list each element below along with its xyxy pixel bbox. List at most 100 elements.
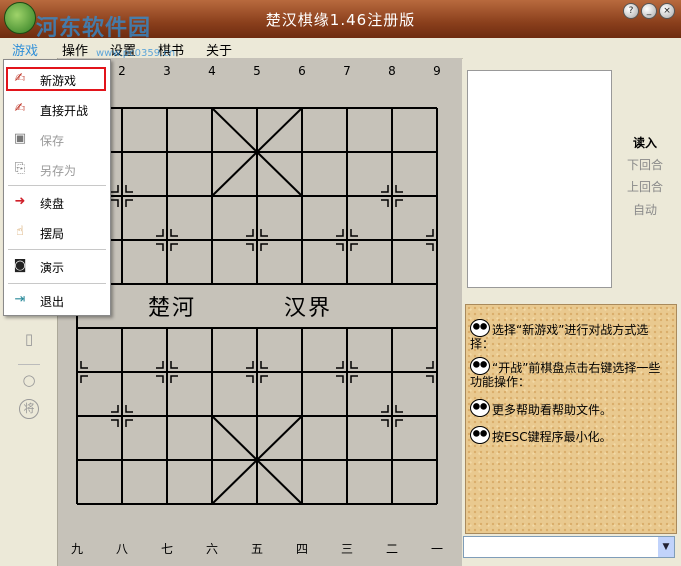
position-mark	[350, 375, 358, 383]
auto-button[interactable]: 自动	[613, 201, 677, 218]
menu-item-save-as[interactable]: ⎘ 另存为	[6, 157, 106, 181]
panda-icon	[470, 319, 490, 337]
door-icon[interactable]: ▯	[18, 328, 40, 350]
command-combo[interactable]: ▼	[463, 536, 675, 558]
menu-separator	[8, 283, 106, 284]
title-bar: 河东软件园 楚汉棋缘1.46注册版 ? _ ×	[0, 0, 681, 41]
position-mark	[381, 405, 389, 413]
window-title: 楚汉棋缘1.46注册版	[265, 11, 416, 29]
file-number-top: 5	[253, 64, 261, 78]
general-piece-icon[interactable]: 将	[18, 396, 40, 419]
position-mark	[80, 375, 88, 383]
help-line-2: “开战”前棋盘点击右键选择一些功能操作：	[470, 357, 666, 389]
start-battle-icon: ✍	[14, 101, 26, 116]
read-button[interactable]: 读入	[613, 134, 677, 151]
position-mark	[336, 361, 344, 369]
menu-game[interactable]: 游戏	[12, 40, 38, 59]
file-number-bottom: 九	[70, 542, 83, 556]
position-mark	[246, 243, 254, 251]
minimize-button[interactable]: _	[641, 3, 657, 19]
file-number-bottom: 五	[250, 542, 263, 556]
menu-about[interactable]: 关于	[206, 40, 232, 59]
next-round-button[interactable]: 下回合	[613, 156, 677, 173]
help-button[interactable]: ?	[623, 3, 639, 19]
position-mark	[395, 405, 403, 413]
prev-round-button[interactable]: 上回合	[613, 178, 677, 195]
position-mark	[381, 199, 389, 207]
position-mark	[426, 361, 434, 369]
position-mark	[156, 361, 164, 369]
circle-icon[interactable]: ○	[18, 364, 40, 391]
position-mark	[336, 243, 344, 251]
window-controls: ? _ ×	[623, 3, 675, 19]
position-mark	[170, 361, 178, 369]
position-mark	[156, 375, 164, 383]
close-button[interactable]: ×	[659, 3, 675, 19]
file-number-bottom: 六	[205, 542, 218, 556]
file-number-top: 3	[163, 64, 171, 78]
right-panel: 读入 下回合 上回合 自动 选择“新游戏”进行对战方式选择： “开战”前棋盘点击…	[463, 58, 681, 566]
menu-item-setup[interactable]: ☝ 摆局	[6, 220, 106, 244]
exit-icon: ⇥	[14, 292, 26, 307]
file-number-bottom: 四	[295, 542, 308, 556]
position-mark	[246, 361, 254, 369]
help-line-3: 更多帮助看帮助文件。	[470, 399, 666, 417]
game-dropdown-menu: ✍ 新游戏 ✍ 直接开战 ▣ 保存 ⎘ 另存为 ➜ 续盘 ☝ 摆局 ◙ 演示 ⇥…	[3, 59, 111, 316]
position-mark	[260, 243, 268, 251]
river-right-label: 汉界	[284, 296, 333, 321]
position-mark	[260, 229, 268, 237]
file-number-bottom: 八	[115, 542, 128, 556]
chevron-down-icon[interactable]: ▼	[658, 537, 674, 557]
position-mark	[125, 199, 133, 207]
menu-item-continue[interactable]: ➜ 续盘	[6, 190, 106, 214]
file-number-bottom: 二	[385, 542, 398, 556]
hand-icon: ☝	[16, 224, 24, 239]
position-mark	[426, 375, 434, 383]
menu-operate[interactable]: 操作	[62, 40, 88, 59]
position-mark	[350, 243, 358, 251]
position-mark	[125, 419, 133, 427]
file-number-bottom: 三	[340, 542, 353, 556]
menu-separator	[8, 249, 106, 250]
menu-item-new-game[interactable]: ✍ 新游戏	[6, 67, 106, 91]
menu-item-save[interactable]: ▣ 保存	[6, 127, 106, 151]
panda-icon	[470, 399, 490, 417]
position-mark	[350, 229, 358, 237]
demo-icon: ◙	[13, 258, 27, 273]
file-number-top: 2	[118, 64, 126, 78]
position-mark	[111, 405, 119, 413]
position-mark	[170, 229, 178, 237]
river-left-label: 楚河	[148, 296, 197, 321]
position-mark	[170, 375, 178, 383]
position-mark	[246, 375, 254, 383]
file-number-bottom: 一	[430, 542, 443, 556]
panda-icon	[470, 357, 490, 375]
file-number-top: 4	[208, 64, 216, 78]
menu-item-exit[interactable]: ⇥ 退出	[6, 288, 106, 312]
position-mark	[125, 185, 133, 193]
position-mark	[426, 229, 434, 237]
file-number-bottom: 七	[160, 542, 173, 556]
help-line-1: 选择“新游戏”进行对战方式选择：	[470, 319, 666, 351]
file-number-top: 9	[433, 64, 441, 78]
menu-item-demo[interactable]: ◙ 演示	[6, 254, 106, 278]
position-mark	[111, 419, 119, 427]
panda-icon	[470, 426, 490, 444]
chess-board[interactable]: 123456789 九八七六五四三二一 楚河 汉界	[58, 58, 462, 566]
position-mark	[156, 243, 164, 251]
file-number-top: 8	[388, 64, 396, 78]
menu-item-start-battle[interactable]: ✍ 直接开战	[6, 97, 106, 121]
position-mark	[260, 361, 268, 369]
help-panel: 选择“新游戏”进行对战方式选择： “开战”前棋盘点击右键选择一些功能操作： 更多…	[465, 304, 677, 534]
continue-icon: ➜	[14, 194, 26, 209]
position-mark	[381, 185, 389, 193]
position-mark	[426, 243, 434, 251]
save-as-icon: ⎘	[14, 161, 26, 176]
board-grid[interactable]	[58, 58, 462, 566]
position-mark	[80, 361, 88, 369]
position-mark	[125, 405, 133, 413]
move-record-box[interactable]	[467, 70, 612, 288]
position-mark	[395, 419, 403, 427]
file-number-top: 6	[298, 64, 306, 78]
position-mark	[381, 419, 389, 427]
